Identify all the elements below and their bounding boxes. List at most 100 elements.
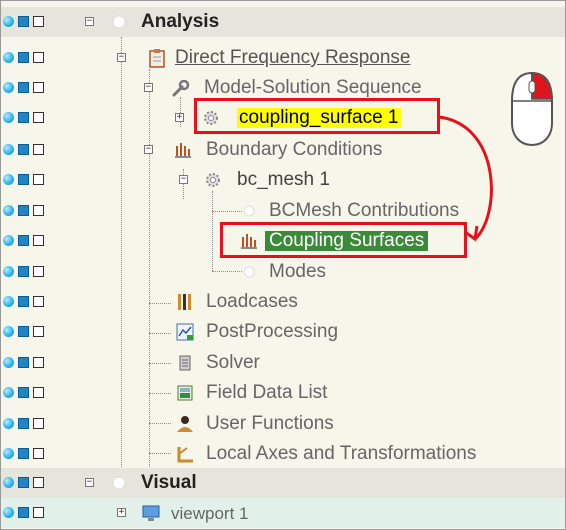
visibility-dot-icon[interactable]: [3, 448, 14, 459]
tree-row-local-axes[interactable]: Local Axes and Transformations: [1, 439, 565, 469]
visibility-controls[interactable]: [3, 356, 71, 370]
modes-label: Modes: [269, 261, 327, 282]
visibility-controls[interactable]: [3, 295, 71, 309]
display-wire-icon[interactable]: [33, 82, 44, 93]
visibility-dot-icon[interactable]: [3, 507, 14, 518]
tree-row-direct-frequency-response[interactable]: − Direct Frequency Response: [1, 43, 565, 73]
display-solid-icon[interactable]: [18, 52, 29, 63]
solver-icon: [179, 355, 191, 371]
visibility-dot-icon[interactable]: [3, 144, 14, 155]
display-wire-icon[interactable]: [33, 112, 44, 123]
loadcases-label: Loadcases: [206, 291, 298, 312]
visibility-dot-icon[interactable]: [3, 82, 14, 93]
visibility-dot-icon[interactable]: [3, 174, 14, 185]
tree-row-viewport[interactable]: + viewport 1: [1, 498, 565, 528]
visibility-controls[interactable]: [3, 234, 71, 248]
collapse-icon[interactable]: −: [85, 478, 94, 487]
visibility-dot-icon[interactable]: [3, 296, 14, 307]
display-solid-icon[interactable]: [18, 448, 29, 459]
display-wire-icon[interactable]: [33, 266, 44, 277]
visibility-controls[interactable]: [3, 476, 71, 490]
display-wire-icon[interactable]: [33, 507, 44, 518]
model-solution-sequence-label: Model-Solution Sequence: [204, 77, 422, 98]
model-tree-panel: − Analysis − Direct Frequency Response −: [0, 0, 566, 530]
display-solid-icon[interactable]: [18, 16, 29, 27]
visibility-dot-icon[interactable]: [3, 16, 14, 27]
visibility-controls[interactable]: [3, 51, 71, 65]
display-solid-icon[interactable]: [18, 357, 29, 368]
visibility-dot-icon[interactable]: [3, 418, 14, 429]
display-wire-icon[interactable]: [33, 326, 44, 337]
visibility-controls[interactable]: [3, 15, 71, 29]
visibility-dot-icon[interactable]: [3, 52, 14, 63]
collapse-icon[interactable]: −: [117, 53, 126, 62]
tree-row-field-data-list[interactable]: Field Data List: [1, 378, 565, 408]
wrench-icon: [172, 79, 190, 97]
tree-row-analysis[interactable]: − Analysis: [1, 7, 565, 37]
display-solid-icon[interactable]: [18, 235, 29, 246]
display-solid-icon[interactable]: [18, 266, 29, 277]
curved-arrow-icon: [438, 115, 493, 242]
visibility-dot-icon[interactable]: [3, 387, 14, 398]
display-wire-icon[interactable]: [33, 296, 44, 307]
tree-row-visual[interactable]: − Visual: [1, 468, 565, 498]
display-solid-icon[interactable]: [18, 296, 29, 307]
direct-frequency-response-label: Direct Frequency Response: [175, 47, 411, 68]
gear-icon: [206, 173, 220, 187]
highlight-box-source: [194, 98, 440, 134]
visibility-dot-icon[interactable]: [3, 477, 14, 488]
display-solid-icon[interactable]: [18, 205, 29, 216]
tree-row-solver[interactable]: Solver: [1, 348, 565, 378]
expand-icon[interactable]: +: [175, 113, 184, 122]
tree-row-postprocessing[interactable]: PostProcessing: [1, 317, 565, 347]
visibility-dot-icon[interactable]: [3, 357, 14, 368]
visibility-controls[interactable]: [3, 111, 71, 125]
display-wire-icon[interactable]: [33, 448, 44, 459]
display-solid-icon[interactable]: [18, 507, 29, 518]
visibility-controls[interactable]: [3, 81, 71, 95]
visibility-controls[interactable]: [3, 447, 71, 461]
tree-row-loadcases[interactable]: Loadcases: [1, 287, 565, 317]
folder-circle-icon: [112, 15, 126, 29]
collapse-icon[interactable]: −: [179, 175, 188, 184]
display-solid-icon[interactable]: [18, 144, 29, 155]
display-wire-icon[interactable]: [33, 477, 44, 488]
visibility-controls[interactable]: [3, 204, 71, 218]
postprocessing-label: PostProcessing: [206, 321, 339, 342]
visibility-controls[interactable]: [3, 386, 71, 400]
solver-label: Solver: [206, 352, 260, 373]
visibility-controls[interactable]: [3, 325, 71, 339]
visibility-dot-icon[interactable]: [3, 235, 14, 246]
visibility-controls[interactable]: [3, 417, 71, 431]
display-wire-icon[interactable]: [33, 205, 44, 216]
tree-row-user-functions[interactable]: User Functions: [1, 409, 565, 439]
display-wire-icon[interactable]: [33, 387, 44, 398]
display-wire-icon[interactable]: [33, 52, 44, 63]
tree-row-modes[interactable]: Modes: [1, 257, 565, 287]
display-solid-icon[interactable]: [18, 477, 29, 488]
display-solid-icon[interactable]: [18, 112, 29, 123]
display-wire-icon[interactable]: [33, 235, 44, 246]
visibility-dot-icon[interactable]: [3, 112, 14, 123]
display-solid-icon[interactable]: [18, 418, 29, 429]
collapse-icon[interactable]: −: [144, 83, 153, 92]
visibility-dot-icon[interactable]: [3, 266, 14, 277]
display-wire-icon[interactable]: [33, 16, 44, 27]
display-wire-icon[interactable]: [33, 174, 44, 185]
display-wire-icon[interactable]: [33, 144, 44, 155]
visibility-controls[interactable]: [3, 506, 71, 520]
display-solid-icon[interactable]: [18, 326, 29, 337]
display-solid-icon[interactable]: [18, 174, 29, 185]
display-solid-icon[interactable]: [18, 387, 29, 398]
display-wire-icon[interactable]: [33, 357, 44, 368]
collapse-icon[interactable]: −: [144, 145, 153, 154]
visibility-controls[interactable]: [3, 265, 71, 279]
collapse-icon[interactable]: −: [85, 17, 94, 26]
visibility-controls[interactable]: [3, 173, 71, 187]
display-solid-icon[interactable]: [18, 82, 29, 93]
display-wire-icon[interactable]: [33, 418, 44, 429]
visibility-controls[interactable]: [3, 143, 71, 157]
visibility-dot-icon[interactable]: [3, 326, 14, 337]
expand-icon[interactable]: +: [117, 508, 126, 517]
visibility-dot-icon[interactable]: [3, 205, 14, 216]
